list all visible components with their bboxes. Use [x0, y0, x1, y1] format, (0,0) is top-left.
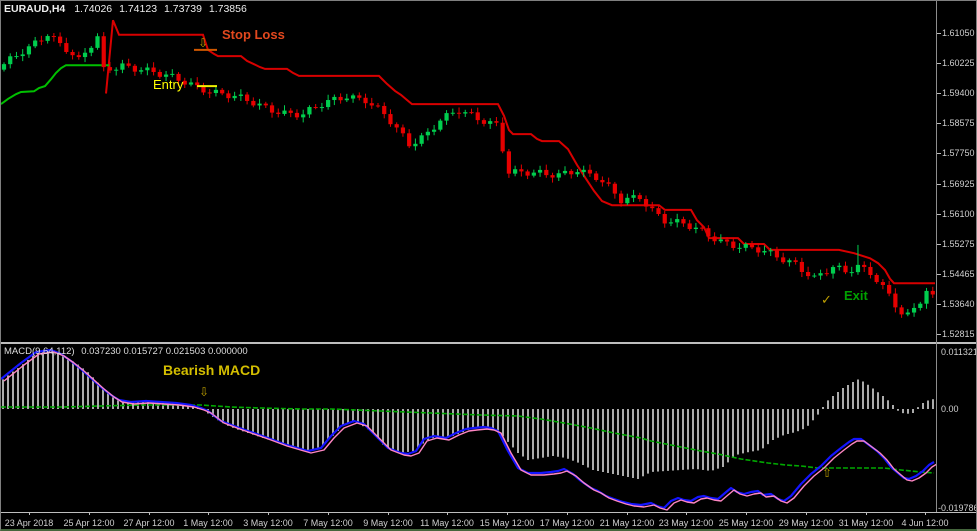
time-axis-tick	[89, 512, 90, 515]
panel-separator[interactable]	[1, 342, 976, 344]
time-axis-tick	[29, 512, 30, 515]
time-axis-label: 21 May 12:00	[599, 518, 655, 528]
time-axis-label: 23 May 12:00	[658, 518, 714, 528]
ohlc-low: 1.73739	[163, 3, 202, 15]
time-axis-tick	[507, 512, 508, 515]
mt4-chart-window: EURAUD,H4 1.74026 1.74123 1.73739 1.7385…	[0, 0, 977, 531]
ohlc-close: 1.73856	[208, 3, 247, 15]
price-axis-tick	[937, 304, 941, 305]
price-axis-label: 1.59400	[942, 88, 975, 98]
price-axis-label: 1.56100	[942, 209, 975, 219]
price-axis-tick	[937, 153, 941, 154]
price-chart-canvas[interactable]	[1, 1, 936, 342]
time-axis-label: 27 Apr 12:00	[123, 518, 175, 528]
macd-axis-top-label: 0.011321	[941, 347, 977, 357]
stop-loss-annotation: Stop Loss	[222, 27, 285, 42]
bearish-macd-annotation: Bearish MACD	[163, 362, 261, 378]
time-axis-tick	[746, 512, 747, 515]
time-axis-tick	[627, 512, 628, 515]
time-axis-tick	[686, 512, 687, 515]
price-axis-tick	[937, 63, 941, 64]
ohlc-open: 1.74026	[74, 3, 113, 15]
price-axis-tick	[937, 33, 941, 34]
time-axis-label: 17 May 12:00	[539, 518, 595, 528]
time-axis-tick	[328, 512, 329, 515]
ohlc-high: 1.74123	[119, 3, 158, 15]
price-axis-label: 1.55275	[942, 239, 975, 249]
price-axis-tick	[937, 93, 941, 94]
macd-axis-zero-label: 0.00	[941, 404, 959, 414]
price-axis-tick	[937, 244, 941, 245]
time-axis-tick	[447, 512, 448, 515]
price-axis-tick	[937, 184, 941, 185]
time-axis-label: 15 May 12:00	[479, 518, 535, 528]
price-axis-label: 1.60225	[942, 58, 975, 68]
price-axis-label: 1.61050	[942, 28, 975, 38]
macd-chart-canvas[interactable]	[1, 345, 936, 512]
price-axis-label: 1.52815	[942, 329, 975, 339]
price-axis-label: 1.56925	[942, 179, 975, 189]
down-arrow-icon: ⇩	[199, 385, 210, 399]
entry-annotation: Entry	[153, 77, 184, 92]
time-axis-tick	[806, 512, 807, 515]
time-axis-tick	[925, 512, 926, 515]
check-arrow-icon: ✓	[821, 292, 832, 307]
macd-values: 0.037230 0.015727 0.021503 0.000000	[81, 346, 248, 357]
time-axis-label: 11 May 12:00	[420, 518, 474, 528]
macd-name: MACD(9,64,112)	[4, 346, 75, 357]
time-axis-label: 3 May 12:00	[243, 518, 293, 528]
price-axis-line	[936, 1, 937, 512]
time-axis-tick	[866, 512, 867, 515]
price-axis-label: 1.54465	[942, 269, 975, 279]
time-axis-label: 9 May 12:00	[363, 518, 413, 528]
price-axis-tick	[937, 334, 941, 335]
time-axis-tick	[268, 512, 269, 515]
time-axis-label: 29 May 12:00	[778, 518, 834, 528]
time-axis[interactable]: 23 Apr 2018 25 Apr 12:00 27 Apr 12:00 1 May…	[1, 512, 976, 529]
exit-annotation: Exit	[844, 288, 868, 303]
time-axis-tick	[567, 512, 568, 515]
price-axis-tick	[937, 274, 941, 275]
up-arrow-icon: ⇧	[822, 466, 833, 480]
price-axis-label: 1.57750	[942, 148, 975, 158]
time-axis-tick	[208, 512, 209, 515]
time-axis-label: 1 May 12:00	[183, 518, 233, 528]
time-axis-label: 31 May 12:00	[838, 518, 894, 528]
time-axis-label: 7 May 12:00	[303, 518, 353, 528]
symbol-timeframe: EURAUD,H4	[4, 3, 66, 15]
chart-title: EURAUD,H4 1.74026 1.74123 1.73739 1.7385…	[4, 3, 251, 15]
time-axis-tick	[149, 512, 150, 515]
price-axis-label: 1.58575	[942, 118, 975, 128]
time-axis-label: 4 Jun 12:00	[901, 518, 949, 528]
time-axis-label: 25 Apr 12:00	[63, 518, 115, 528]
price-axis-tick	[937, 214, 941, 215]
price-axis-label: 1.53640	[942, 299, 975, 309]
macd-indicator-header: MACD(9,64,112) 0.037230 0.015727 0.02150…	[4, 346, 252, 357]
time-axis-label: 23 Apr 2018	[4, 518, 54, 528]
time-axis-tick	[388, 512, 389, 515]
time-axis-label: 25 May 12:00	[718, 518, 774, 528]
down-arrow-icon: ⇩	[198, 36, 209, 50]
price-axis-tick	[937, 123, 941, 124]
